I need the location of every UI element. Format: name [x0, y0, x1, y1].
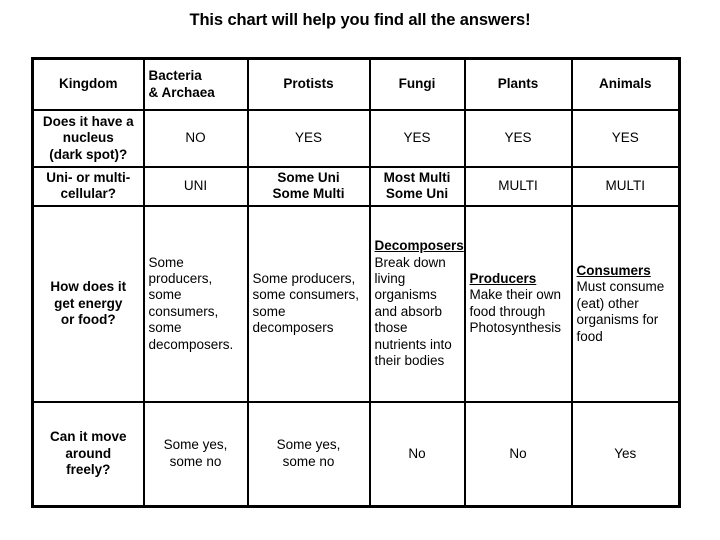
table-row-energy: How does it get energy or food? Some pro…: [31, 204, 681, 403]
column-header-bacteria-line2: & Archaea: [148, 84, 215, 100]
row-label-cellularity-line2: cellular?: [60, 186, 117, 202]
column-header-bacteria-archaea: Bacteria & Archaea: [142, 57, 249, 111]
row-label-nucleus-line3: (dark spot)?: [49, 146, 128, 162]
cell-energy-protists: Some producers, some consumers, some dec…: [246, 204, 371, 403]
column-header-kingdom: Kingdom: [31, 57, 145, 111]
cell-energy-bacteria: Some producers, some consumers, some dec…: [142, 204, 249, 403]
column-header-fungi: Fungi: [368, 57, 466, 111]
row-label-nucleus-line1: Does it have a: [42, 113, 134, 129]
table-row-movement: Can it move around freely? Some yes, som…: [31, 400, 681, 508]
cell-movement-protists-line2: some no: [282, 453, 335, 469]
row-label-energy: How does it get energy or food?: [31, 204, 145, 403]
cell-nucleus-protists: YES: [246, 109, 371, 168]
table-row-cellularity: Uni- or multi- cellular? UNI Some Uni So…: [31, 166, 681, 207]
cell-cellularity-protists: Some Uni Some Multi: [246, 166, 371, 207]
row-label-nucleus-line2: nucleus: [62, 130, 114, 146]
cell-movement-bacteria: Some yes, some no: [142, 400, 249, 508]
cell-nucleus-plants: YES: [463, 109, 573, 168]
kingdom-comparison-table: Kingdom Bacteria & Archaea Protists Fung…: [31, 57, 681, 508]
cell-energy-plants: Producers Make their own food through Ph…: [463, 204, 573, 403]
cell-nucleus-fungi: YES: [368, 109, 466, 168]
cell-cellularity-fungi-line2: Some Uni: [385, 186, 449, 202]
row-label-cellularity: Uni- or multi- cellular?: [31, 166, 145, 207]
row-label-nucleus: Does it have a nucleus (dark spot)?: [31, 109, 145, 168]
row-label-movement-line1: Can it move: [49, 429, 127, 445]
column-header-plants: Plants: [463, 57, 573, 111]
cell-energy-plants-role: Producers: [469, 271, 537, 286]
cell-energy-fungi: Decomposers Break down living organisms …: [368, 204, 466, 403]
row-label-energy-line1: How does it: [50, 279, 127, 295]
row-label-movement-line2: around: [65, 445, 112, 461]
row-label-movement-line3: freely?: [66, 462, 111, 478]
cell-cellularity-protists-line1: Some Uni: [277, 170, 340, 185]
cell-nucleus-animals: YES: [570, 109, 681, 168]
column-header-animals: Animals: [570, 57, 681, 111]
cell-energy-animals-role: Consumers: [576, 262, 651, 278]
cell-cellularity-fungi-line1: Most Multi: [383, 170, 451, 185]
table-header-row: Kingdom Bacteria & Archaea Protists Fung…: [31, 57, 681, 111]
page-title: This chart will help you find all the an…: [189, 11, 531, 29]
column-header-bacteria-line1: Bacteria: [148, 68, 202, 84]
cell-energy-animals: Consumers Must consume (eat) other organ…: [570, 204, 681, 403]
cell-movement-fungi: No: [368, 400, 466, 508]
cell-energy-fungi-role: Decomposers: [374, 238, 464, 254]
row-label-movement: Can it move around freely?: [31, 400, 145, 508]
cell-movement-protists: Some yes, some no: [246, 400, 371, 508]
kingdom-comparison-table-wrapper: Kingdom Bacteria & Archaea Protists Fung…: [31, 57, 681, 508]
slide-canvas: This chart will help you find all the an…: [0, 0, 720, 540]
column-header-protists: Protists: [246, 57, 371, 111]
row-label-energy-line2: get energy: [54, 295, 123, 311]
cell-cellularity-plants: MULTI: [463, 166, 573, 207]
cell-movement-bacteria-line2: some no: [169, 453, 222, 469]
cell-cellularity-bacteria: UNI: [142, 166, 249, 207]
cell-energy-animals-text: Must consume (eat) other organisms for f…: [576, 279, 665, 344]
cell-energy-fungi-text: Break down living organisms and absorb t…: [374, 254, 452, 369]
cell-energy-plants-text: Make their own food through Photosynthes…: [469, 287, 562, 336]
row-label-energy-line3: or food?: [60, 312, 116, 328]
row-label-cellularity-line1: Uni- or multi-: [46, 170, 131, 185]
cell-movement-protists-line1: Some yes,: [276, 437, 341, 453]
cell-cellularity-fungi: Most Multi Some Uni: [368, 166, 466, 207]
cell-movement-animals: Yes: [570, 400, 681, 508]
table-row-nucleus: Does it have a nucleus (dark spot)? NO Y…: [31, 109, 681, 168]
cell-cellularity-animals: MULTI: [570, 166, 681, 207]
cell-nucleus-bacteria: NO: [142, 109, 249, 168]
cell-movement-bacteria-line1: Some yes,: [163, 437, 228, 453]
cell-movement-plants: No: [463, 400, 573, 508]
cell-cellularity-protists-line2: Some Multi: [272, 186, 345, 202]
